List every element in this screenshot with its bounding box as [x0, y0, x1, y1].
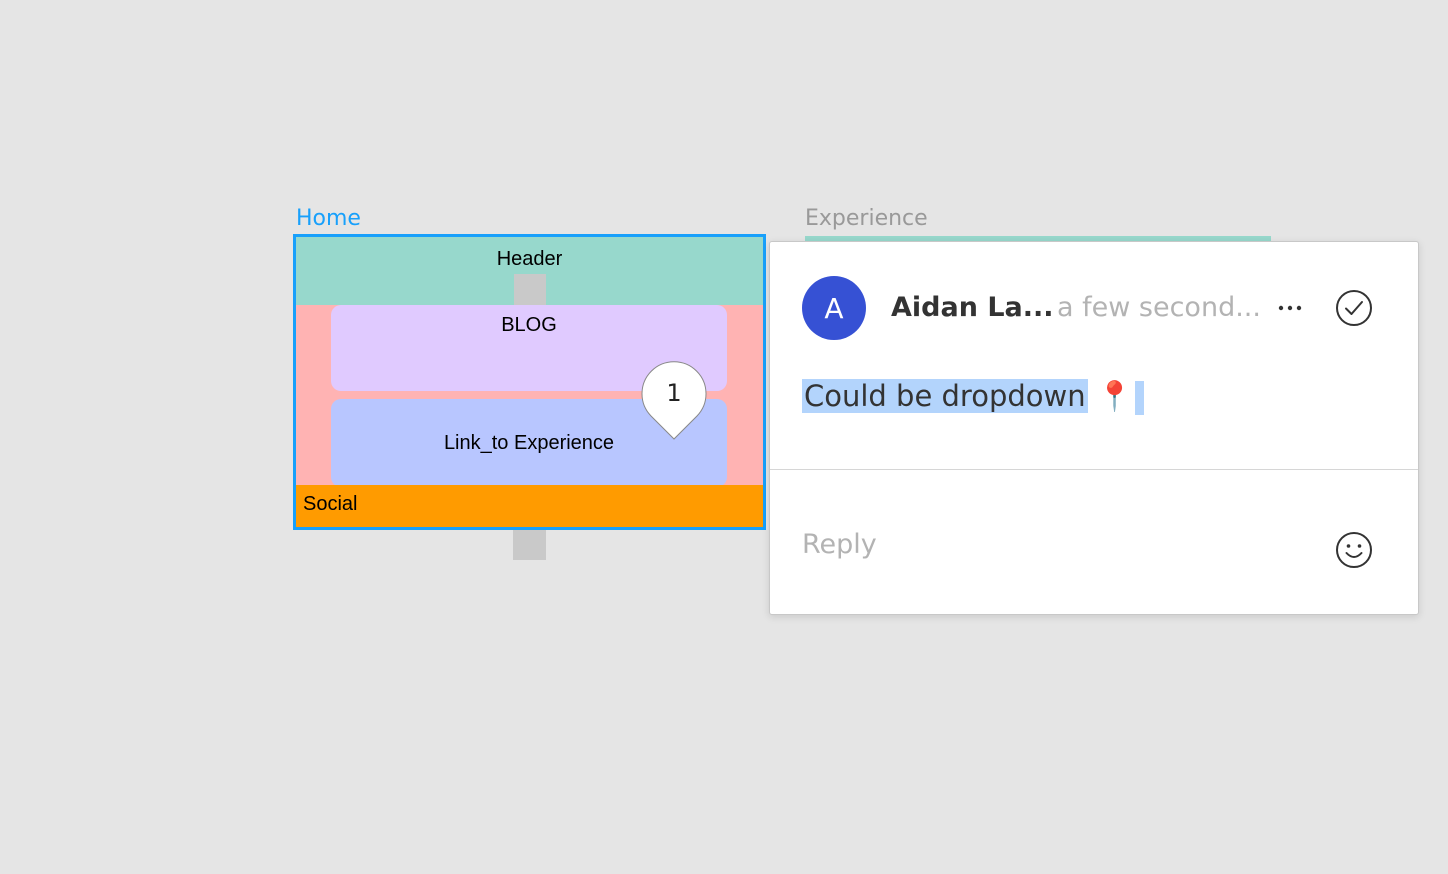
comment-pin[interactable]: 1: [641, 361, 707, 441]
social-block[interactable]: Social: [296, 485, 763, 527]
connector-block-bottom[interactable]: [513, 530, 546, 560]
comment-text[interactable]: Could be dropdown 📍: [802, 378, 1144, 415]
experience-frame-label[interactable]: Experience: [805, 206, 928, 231]
social-label: Social: [303, 493, 358, 515]
check-circle-icon: [1336, 290, 1372, 326]
more-options-button[interactable]: [1275, 288, 1305, 328]
text-caret: [1134, 381, 1144, 415]
divider: [770, 469, 1418, 470]
comment-timestamp: a few second...: [1057, 292, 1261, 323]
more-icon: [1278, 305, 1302, 311]
avatar[interactable]: A: [802, 276, 866, 340]
comment-author: Aidan La...: [891, 292, 1054, 323]
smiley-icon: [1336, 532, 1372, 568]
comment-panel: A Aidan La... a few second... Could be d…: [769, 241, 1419, 615]
resolve-button[interactable]: [1335, 289, 1373, 327]
header-label: Header: [496, 248, 563, 270]
comment-text-content: Could be dropdown: [802, 379, 1088, 413]
link-label: Link_to Experience: [443, 431, 615, 454]
home-frame-label[interactable]: Home: [296, 206, 361, 231]
comment-pin-number: 1: [666, 379, 682, 407]
reply-input[interactable]: [802, 524, 1302, 564]
emoji-picker-button[interactable]: [1335, 531, 1373, 569]
connector-block[interactable]: [514, 274, 546, 306]
blog-label: BLOG: [501, 314, 557, 336]
pin-emoji: 📍: [1096, 379, 1133, 413]
